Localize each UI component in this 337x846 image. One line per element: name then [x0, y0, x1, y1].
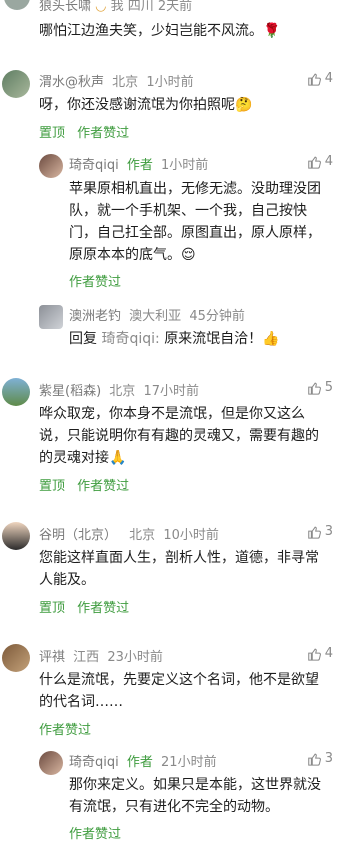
like-button[interactable]: 3 — [307, 524, 333, 539]
comment-meta: 狼头长啸 ◡ 我 四川 2天前 — [39, 0, 192, 14]
commenter-location: 北京 — [109, 384, 136, 399]
avatar[interactable] — [39, 751, 63, 775]
commenter-name[interactable]: 渭水@秋声 — [39, 75, 104, 90]
thumbs-up-icon — [307, 73, 321, 86]
comment-item: 渭水@秋声 北京 1小时前 4 呀，你还没感谢流氓为你拍照呢🤔 置顶 作者赞过 — [0, 60, 337, 145]
commenter-location: 北京 — [112, 75, 139, 90]
author-liked-label: 作者赞过 — [39, 723, 92, 738]
reply-text: 苹果原相机直出，无修无滤。没助理没团 队，就一个手机架、一个我，自己按快 门，自… — [69, 181, 321, 263]
author-liked-label: 作者赞过 — [77, 479, 130, 494]
pin-button[interactable]: 置顶 — [39, 126, 65, 141]
reply-actions: 作者赞过 — [69, 823, 129, 842]
reply-meta: 琦奇qiqi 作者 21小时前 — [69, 751, 217, 770]
avatar[interactable] — [39, 154, 63, 178]
author-liked-label: 作者赞过 — [69, 827, 122, 842]
commenter-location: 北京 — [129, 528, 156, 543]
reply-time: 21小时前 — [161, 755, 217, 770]
author-liked-label: 作者赞过 — [69, 275, 122, 290]
like-count: 4 — [324, 154, 333, 169]
comment-time: 1小时前 — [146, 75, 194, 90]
like-button[interactable]: 3 — [307, 751, 333, 766]
reply-meta: 琦奇qiqi 作者 1小时前 — [69, 154, 208, 173]
avatar[interactable] — [39, 305, 63, 329]
like-count: 3 — [324, 751, 333, 766]
comment-text: 您能这样直面人生，剖析人性，道德，非寻常 人能及。 — [39, 550, 319, 588]
comment-text: 哗众取宠，你本身不是流氓，但是你又这么 说，只能说明你有有趣的灵魂又，需要有趣的… — [39, 406, 319, 466]
author-liked-label: 作者赞过 — [77, 126, 130, 141]
comment-text: 呀，你还没感谢流氓为你拍照呢🤔 — [39, 97, 253, 113]
like-button[interactable]: 4 — [307, 646, 333, 661]
thumbs-up-icon — [307, 156, 321, 169]
like-button[interactable]: 5 — [307, 380, 333, 395]
reply-time: 45分钟前 — [189, 309, 245, 324]
reply-item: 澳洲老钓 澳大利亚 45分钟前 回复 琦奇qiqi: 原来流氓自洽！👍 — [0, 300, 337, 360]
thumbs-up-icon — [307, 382, 321, 395]
replier-location: 澳大利亚 — [129, 309, 182, 324]
comment-item: 评祺 江西 23小时前 4 什么是流氓，先要定义这个名词，他不是欲望 的代名词…… — [0, 636, 337, 746]
author-liked-label: 作者赞过 — [77, 601, 130, 616]
avatar[interactable] — [2, 644, 30, 672]
commenter-name[interactable]: 评祺 — [39, 650, 65, 665]
like-count: 4 — [324, 71, 333, 86]
comment-text: 哪怕江边渔夫笑，少妇岂能不风流。🌹 — [39, 23, 281, 39]
comment-meta: 紫星(稻森) 北京 17小时前 — [39, 380, 199, 399]
reply-text: 回复 琦奇qiqi: 原来流氓自洽！👍 — [69, 331, 280, 347]
comment-item: 紫星(稻森) 北京 17小时前 5 哗众取宠，你本身不是流氓，但是你又这么 说，… — [0, 370, 337, 500]
reply-item: 琦奇qiqi 作者 21小时前 3 那你来定义。如果只是本能，这世界就没 有流氓… — [0, 746, 337, 846]
comment-actions: 置顶 作者赞过 — [39, 122, 137, 141]
comment-item: 谷明（北京） 北京 10小时前 3 您能这样直面人生，剖析人性，道德，非寻常 人… — [0, 514, 337, 626]
comment-item: 狼头长啸 ◡ 我 四川 2天前 哪怕江边渔夫笑，少妇岂能不风流。🌹 — [0, 0, 337, 44]
author-badge: 作者 — [126, 158, 153, 173]
pin-button[interactable]: 置顶 — [39, 479, 65, 494]
comment-actions: 作者赞过 — [39, 719, 99, 738]
avatar[interactable] — [2, 378, 30, 406]
reply-actions: 作者赞过 — [69, 271, 129, 290]
comment-time: 10小时前 — [163, 528, 219, 543]
avatar[interactable] — [4, 0, 30, 10]
thumbs-up-icon — [307, 526, 321, 539]
avatar[interactable] — [2, 70, 30, 98]
author-badge: 作者 — [126, 755, 153, 770]
comment-meta-rest: 我 四川 2天前 — [110, 0, 193, 14]
like-button[interactable]: 4 — [307, 154, 333, 169]
commenter-name[interactable]: 紫星(稻森) — [39, 384, 101, 399]
comment-text: 什么是流氓，先要定义这个名词，他不是欲望 的代名词…… — [39, 672, 319, 710]
replier-name[interactable]: 琦奇qiqi — [69, 755, 119, 770]
comment-time: 23小时前 — [107, 650, 163, 665]
comment-meta: 评祺 江西 23小时前 — [39, 646, 163, 665]
avatar[interactable] — [2, 522, 30, 550]
thumbs-up-icon — [307, 648, 321, 661]
comment-meta: 渭水@秋声 北京 1小时前 — [39, 71, 194, 90]
reply-time: 1小时前 — [161, 158, 209, 173]
like-count: 4 — [324, 646, 333, 661]
like-button[interactable]: 4 — [307, 71, 333, 86]
reply-meta: 澳洲老钓 澳大利亚 45分钟前 — [69, 305, 245, 324]
comment-actions: 置顶 作者赞过 — [39, 597, 137, 616]
commenter-location: 江西 — [73, 650, 100, 665]
like-count: 5 — [324, 380, 333, 395]
smile-icon: ◡ — [95, 0, 107, 14]
commenter-name[interactable]: 狼头长啸 — [39, 0, 91, 14]
like-count: 3 — [324, 524, 333, 539]
reply-item: 琦奇qiqi 作者 1小时前 4 苹果原相机直出，无修无滤。没助理没团 队，就一… — [0, 150, 337, 300]
pin-button[interactable]: 置顶 — [39, 601, 65, 616]
replier-name[interactable]: 琦奇qiqi — [69, 158, 119, 173]
comment-time: 17小时前 — [143, 384, 199, 399]
commenter-name[interactable]: 谷明（北京） — [39, 528, 117, 543]
replier-name[interactable]: 澳洲老钓 — [69, 309, 121, 324]
comment-meta: 谷明（北京） 北京 10小时前 — [39, 524, 219, 543]
thumbs-up-icon — [307, 753, 321, 766]
reply-target[interactable]: 琦奇qiqi: — [101, 331, 159, 347]
comment-actions: 置顶 作者赞过 — [39, 475, 137, 494]
reply-text: 那你来定义。如果只是本能，这世界就没 有流氓，只有进化不完全的动物。 — [69, 777, 321, 815]
